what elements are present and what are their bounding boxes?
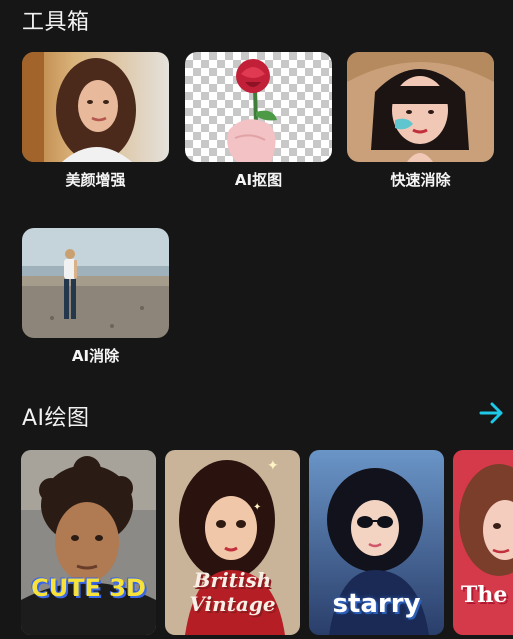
tool-label: 快速消除 — [390, 171, 451, 189]
card-caption: CUTE 3D — [31, 574, 146, 602]
card-caption: starry — [332, 589, 421, 619]
tool-label: AI消除 — [71, 347, 120, 365]
tool-label: 美颜增强 — [65, 171, 126, 189]
card-caption: The coo — [461, 582, 513, 608]
svg-text:✦: ✦ — [253, 502, 261, 513]
portrait-woman-image — [22, 52, 169, 162]
more-ai-drawing-button[interactable] — [476, 397, 508, 429]
tool-beauty-enhance[interactable]: 美颜增强 — [22, 52, 169, 190]
bob-hair-woman-image — [347, 52, 494, 162]
rose-cutout-image — [185, 52, 332, 162]
arrow-right-icon — [479, 402, 503, 424]
ai-style-card-starry[interactable]: starry — [309, 450, 444, 635]
ai-style-card-british-vintage[interactable]: ✦ ✦ British Vintage — [165, 450, 300, 635]
beach-woman-image — [22, 228, 169, 338]
tool-ai-erase[interactable]: AI消除 — [22, 228, 169, 366]
tool-ai-cutout[interactable]: AI抠图 — [185, 52, 332, 190]
tool-quick-erase[interactable]: 快速消除 — [347, 52, 494, 190]
ai-drawing-title: AI绘图 — [22, 406, 90, 431]
card-caption: British Vintage — [189, 568, 276, 616]
ai-style-card-cute-3d[interactable]: CUTE 3D — [21, 450, 156, 635]
svg-text:✦: ✦ — [267, 458, 279, 474]
ai-style-card-cool[interactable]: The coo — [453, 450, 513, 635]
tool-label: AI抠图 — [234, 171, 283, 189]
toolbox-title: 工具箱 — [22, 10, 90, 35]
